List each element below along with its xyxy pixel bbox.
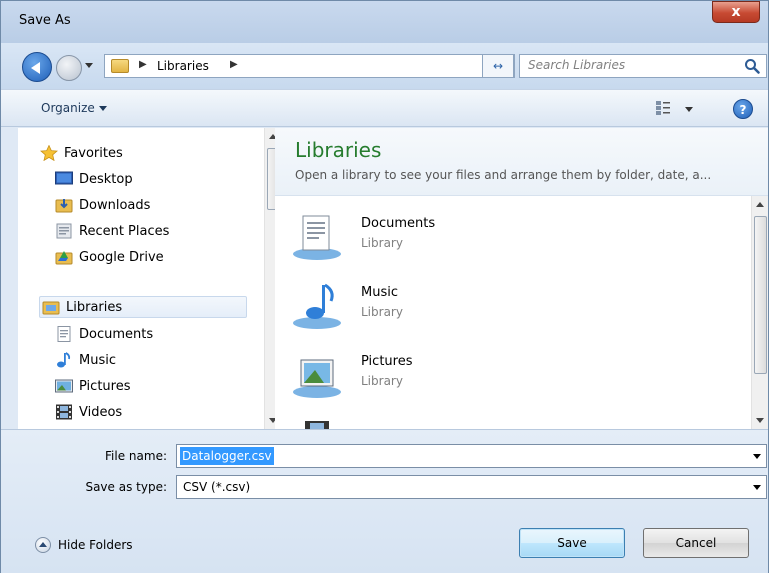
- library-name: Documents: [361, 216, 436, 231]
- search-box[interactable]: [519, 54, 767, 78]
- nav-item-videos[interactable]: Videos: [55, 401, 122, 423]
- content-scrollbar[interactable]: [751, 196, 768, 429]
- documents-icon: [57, 326, 71, 342]
- refresh-button[interactable]: ↔: [482, 54, 514, 78]
- nav-libraries[interactable]: Libraries: [39, 296, 247, 318]
- pictures-icon: [55, 379, 73, 393]
- nav-item-label: Google Drive: [79, 249, 164, 265]
- nav-item-label: Libraries: [66, 299, 123, 315]
- chevron-down-icon[interactable]: [753, 485, 761, 490]
- save-as-type-select[interactable]: CSV (*.csv): [176, 475, 767, 499]
- nav-item-label: Desktop: [79, 171, 133, 187]
- title-bar[interactable]: Save As x: [1, 1, 768, 43]
- organize-label: Organize: [41, 101, 95, 115]
- change-view-icon[interactable]: [655, 100, 671, 116]
- library-type: Library: [361, 236, 403, 250]
- nav-item-label: Downloads: [79, 197, 151, 213]
- nav-item-label: Music: [79, 352, 116, 368]
- library-type: Library: [361, 305, 403, 319]
- breadcrumb-libraries[interactable]: Libraries: [157, 59, 209, 73]
- music-library-icon: [293, 283, 341, 329]
- list-item-videos-partial[interactable]: [291, 413, 711, 429]
- nav-item-desktop[interactable]: Desktop: [55, 168, 133, 190]
- star-icon: [40, 145, 58, 161]
- nav-item-recent-places[interactable]: Recent Places: [55, 220, 169, 242]
- filename-field[interactable]: Datalogger.csv: [176, 444, 767, 468]
- collapse-up-icon: [35, 537, 51, 553]
- videos-library-icon: [305, 421, 329, 429]
- library-type: Library: [361, 374, 403, 388]
- page-title: Libraries: [295, 138, 382, 162]
- window-title: Save As: [19, 13, 71, 28]
- nav-item-label: Recent Places: [79, 223, 170, 239]
- forward-button[interactable]: [56, 55, 82, 81]
- nav-item-pictures[interactable]: Pictures: [55, 375, 130, 397]
- nav-item-label: Videos: [79, 404, 123, 420]
- save-button-label: Save: [557, 536, 587, 550]
- save-as-type-value: CSV (*.csv): [183, 480, 251, 494]
- desktop-icon: [55, 171, 73, 185]
- music-note-icon: [57, 352, 71, 368]
- list-item-documents[interactable]: Documents Library: [291, 206, 711, 270]
- chevron-right-icon[interactable]: ▶: [230, 59, 238, 70]
- hide-folders-button[interactable]: Hide Folders: [35, 537, 133, 553]
- documents-library-icon: [293, 215, 341, 260]
- libraries-folder-icon: [111, 59, 129, 73]
- help-icon: ?: [739, 103, 747, 117]
- nav-item-documents[interactable]: Documents: [55, 323, 153, 345]
- chevron-down-icon[interactable]: [753, 454, 761, 459]
- save-as-dialog: Save As x ▶ Libraries ▶ ↔ Organize: [0, 0, 769, 573]
- library-name: Music: [361, 285, 398, 300]
- nav-item-music[interactable]: Music: [55, 349, 116, 371]
- save-options-panel: File name: Datalogger.csv Save as type: …: [1, 429, 768, 573]
- list-item-pictures[interactable]: Pictures Library: [291, 344, 711, 408]
- scrollbar-thumb[interactable]: [754, 216, 767, 374]
- help-button[interactable]: ?: [733, 99, 753, 119]
- refresh-icon: ↔: [492, 59, 504, 73]
- chevron-right-icon[interactable]: ▶: [139, 59, 147, 70]
- recent-pages-dropdown[interactable]: [85, 63, 93, 68]
- list-item-music[interactable]: Music Library: [291, 275, 711, 339]
- cancel-button-label: Cancel: [675, 536, 717, 550]
- address-box[interactable]: ▶ Libraries ▶: [104, 54, 515, 78]
- google-drive-icon: [55, 251, 73, 265]
- downloads-folder-icon: [55, 199, 73, 213]
- save-as-type-label: Save as type:: [85, 480, 167, 494]
- nav-item-label: Favorites: [64, 145, 123, 161]
- filename-selected-text[interactable]: Datalogger.csv: [180, 447, 274, 465]
- view-options-dropdown[interactable]: [685, 107, 693, 112]
- search-input[interactable]: [528, 58, 733, 72]
- search-icon[interactable]: [744, 58, 760, 74]
- hide-folders-label: Hide Folders: [58, 538, 133, 552]
- back-button[interactable]: [22, 52, 52, 82]
- organize-button[interactable]: Organize: [41, 101, 107, 115]
- nav-item-downloads[interactable]: Downloads: [55, 194, 150, 216]
- content-pane: Libraries Open a library to see your fil…: [275, 128, 768, 429]
- save-button[interactable]: Save: [519, 528, 625, 558]
- filename-label: File name:: [105, 449, 167, 463]
- library-description: Open a library to see your files and arr…: [295, 168, 712, 182]
- nav-item-label: Documents: [79, 326, 154, 342]
- scroll-down-arrow[interactable]: [756, 418, 764, 423]
- videos-filmstrip-icon: [56, 404, 72, 420]
- close-button[interactable]: x: [712, 1, 760, 23]
- navigation-pane: Favorites Desktop Downloads Recent Place…: [18, 128, 281, 429]
- nav-favorites[interactable]: Favorites: [40, 142, 123, 164]
- chevron-down-icon: [98, 106, 107, 111]
- command-bar: Organize ?: [1, 89, 768, 127]
- recent-places-icon: [56, 223, 72, 239]
- cancel-button[interactable]: Cancel: [643, 528, 749, 558]
- address-bar-row: ▶ Libraries ▶ ↔: [1, 43, 768, 89]
- library-header: Libraries Open a library to see your fil…: [275, 128, 768, 196]
- libraries-folder-icon: [42, 301, 60, 315]
- nav-item-label: Pictures: [79, 378, 131, 394]
- scroll-up-arrow[interactable]: [756, 202, 764, 207]
- nav-item-google-drive[interactable]: Google Drive: [55, 246, 164, 268]
- close-icon: x: [731, 4, 741, 20]
- pictures-library-icon: [293, 359, 341, 398]
- library-name: Pictures: [361, 354, 413, 369]
